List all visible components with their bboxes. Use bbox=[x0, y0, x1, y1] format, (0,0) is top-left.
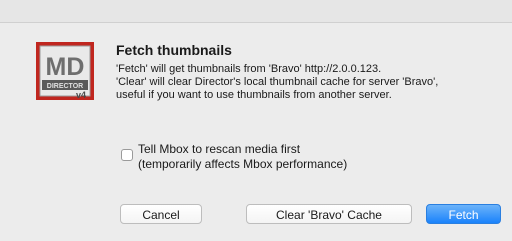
message-line: useful if you want to use thumbnails fro… bbox=[116, 89, 392, 101]
checkbox-label-line: (temporarily affects Mbox performance) bbox=[138, 157, 348, 171]
svg-text:DIRECTOR: DIRECTOR bbox=[47, 83, 83, 90]
dialog-title: Fetch thumbnails bbox=[116, 42, 232, 58]
dialog-message: 'Fetch' will get thumbnails from 'Bravo'… bbox=[116, 63, 501, 102]
director-app-icon: MD DIRECTOR v4 bbox=[36, 42, 94, 100]
fetch-thumbnails-dialog: MD DIRECTOR v4 Fetch thumbnails 'Fetch' … bbox=[0, 0, 512, 241]
clear-cache-button[interactable]: Clear 'Bravo' Cache bbox=[246, 204, 412, 224]
rescan-media-checkbox[interactable] bbox=[121, 149, 133, 161]
window-title-bar[interactable] bbox=[0, 0, 512, 23]
svg-text:v4: v4 bbox=[76, 90, 86, 100]
message-line: 'Fetch' will get thumbnails from 'Bravo'… bbox=[116, 63, 382, 75]
rescan-media-label[interactable]: Tell Mbox to rescan media first (tempora… bbox=[138, 142, 347, 172]
fetch-button[interactable]: Fetch bbox=[426, 204, 501, 224]
rescan-media-option[interactable]: Tell Mbox to rescan media first (tempora… bbox=[121, 142, 421, 174]
svg-text:MD: MD bbox=[46, 53, 85, 81]
cancel-button[interactable]: Cancel bbox=[120, 204, 202, 224]
message-line: 'Clear' will clear Director's local thum… bbox=[116, 76, 439, 88]
checkbox-label-line: Tell Mbox to rescan media first bbox=[138, 142, 301, 156]
